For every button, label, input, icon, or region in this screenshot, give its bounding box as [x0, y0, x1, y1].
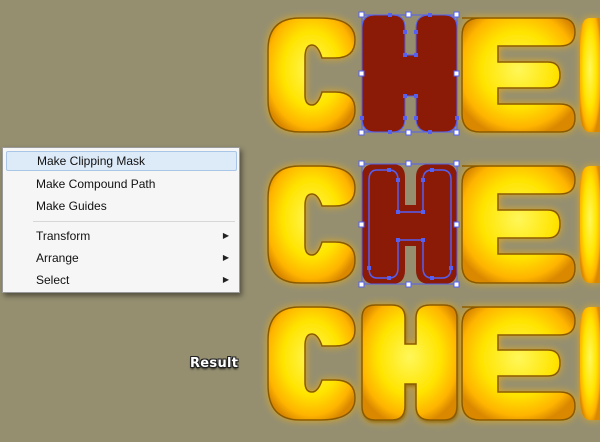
- letter-c-row-3: [267, 306, 356, 421]
- menu-item-label: Make Clipping Mask: [37, 154, 146, 168]
- submenu-arrow-icon: ▶: [222, 275, 229, 284]
- letter-c-row-1: [267, 17, 356, 133]
- selected-h-shape-row-1[interactable]: [358, 11, 460, 136]
- menu-item-make-guides[interactable]: Make Guides: [6, 196, 237, 216]
- letter-e-row-1: [461, 17, 576, 133]
- letter-c2-row-3: [580, 307, 600, 420]
- letter-c-row-2: [267, 165, 356, 284]
- menu-item-select[interactable]: Select ▶: [6, 270, 237, 290]
- letters-row-3-result: [267, 304, 600, 421]
- menu-item-label: Transform: [36, 229, 91, 243]
- submenu-arrow-icon: ▶: [222, 231, 229, 240]
- menu-item-label: Make Compound Path: [36, 177, 156, 191]
- selected-h-compound-row-2[interactable]: [358, 160, 460, 288]
- letter-c2-row-1: [580, 18, 600, 132]
- result-label: Result: [190, 356, 239, 371]
- submenu-arrow-icon: ▶: [222, 253, 229, 262]
- menu-item-label: Make Guides: [36, 199, 107, 213]
- menu-item-transform[interactable]: Transform ▶: [6, 226, 237, 246]
- letter-h-row-3: [361, 304, 458, 421]
- menu-item-make-compound-path[interactable]: Make Compound Path: [6, 174, 237, 194]
- menu-item-label: Select: [36, 273, 70, 287]
- menu-item-make-clipping-mask[interactable]: Make Clipping Mask: [6, 151, 237, 171]
- letter-e-row-3: [461, 306, 576, 421]
- menu-separator: [33, 221, 235, 222]
- letter-c2-row-2: [580, 166, 600, 283]
- menu-item-arrange[interactable]: Arrange ▶: [6, 248, 237, 268]
- context-menu: Make Clipping Mask Make Compound Path Ma…: [2, 147, 240, 293]
- letter-e-row-2: [461, 165, 576, 284]
- menu-item-label: Arrange: [36, 251, 79, 265]
